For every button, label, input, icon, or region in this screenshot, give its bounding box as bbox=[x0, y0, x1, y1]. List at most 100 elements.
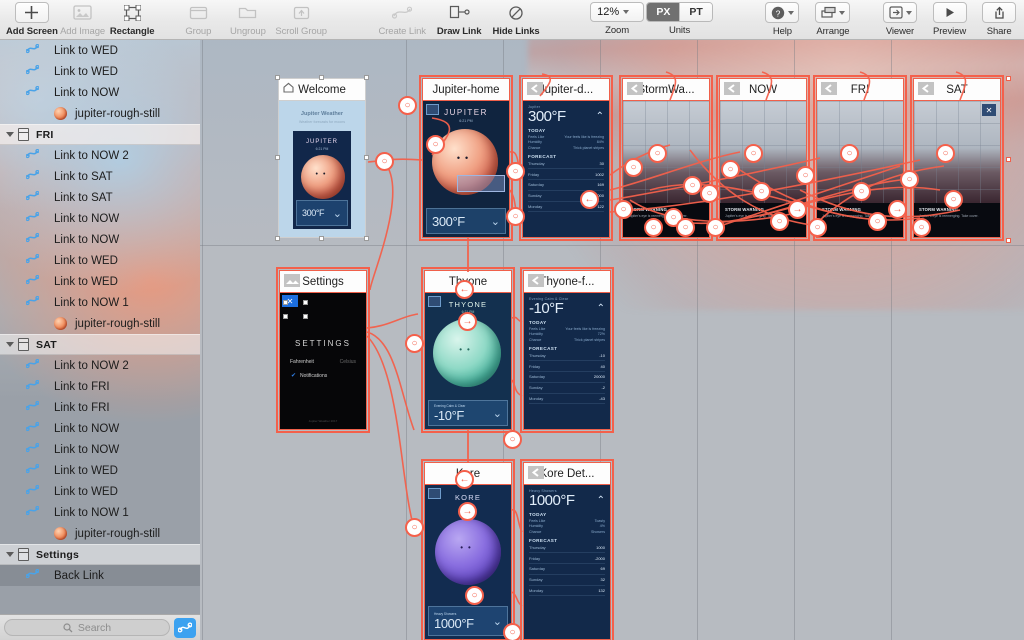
sidebar-item-link-to-wed[interactable]: Link to WED bbox=[0, 61, 200, 82]
link-node[interactable]: ○ bbox=[398, 96, 417, 115]
screen-jupiter-detail[interactable]: Jupiter-d... Jupiter 300°F ⌃ TODAY Feels… bbox=[519, 75, 613, 241]
sidebar-list[interactable]: Link to WED Link to WED Link to NOW jupiter… bbox=[0, 40, 200, 586]
sidebar-item-link-to-sat[interactable]: Link to SAT bbox=[0, 166, 200, 187]
link-node[interactable]: ○ bbox=[644, 218, 663, 237]
sidebar-item-link-to-wed[interactable]: Link to WED bbox=[0, 481, 200, 502]
sidebar-item-link-to-fri[interactable]: Link to FRI bbox=[0, 376, 200, 397]
link-node-forward[interactable]: → bbox=[788, 200, 807, 219]
screen-stormwarning-title-bar[interactable]: StormWa... bbox=[622, 78, 710, 100]
sidebar-item-jupiter-rough-still[interactable]: jupiter-rough-still bbox=[0, 523, 200, 544]
toolbar-add-screen[interactable]: Add Screen bbox=[6, 0, 58, 37]
canvas[interactable]: Welcome Jupiter Weather Weather forecast… bbox=[200, 40, 1024, 640]
back-icon[interactable] bbox=[627, 82, 643, 95]
sidebar-item-jupiter-rough-still[interactable]: jupiter-rough-still bbox=[0, 313, 200, 334]
sidebar-item-link-to-now[interactable]: Link to NOW bbox=[0, 229, 200, 250]
sidebar-item-back-link[interactable]: Back Link bbox=[0, 565, 200, 586]
screen-now-title-bar[interactable]: NOW bbox=[719, 78, 807, 100]
screen-sat-body[interactable]: ✕ STORM WARNING Jupiter's eye is reemerg… bbox=[913, 100, 1001, 238]
screen-settings-title-bar[interactable]: Settings bbox=[279, 270, 367, 292]
viewer-button[interactable] bbox=[882, 2, 917, 23]
sidebar-group-fri[interactable]: FRI bbox=[0, 124, 200, 145]
toolbar-add-image[interactable]: Add Image bbox=[58, 0, 108, 37]
sidebar-item-link-to-now[interactable]: Link to NOW bbox=[0, 208, 200, 229]
screen-welcome-title-bar[interactable]: Welcome bbox=[278, 78, 366, 100]
screen-jupiter-detail-title-bar[interactable]: Jupiter-d... bbox=[522, 78, 610, 100]
units-segmented-control[interactable]: PX PT bbox=[646, 2, 713, 22]
units-option-px[interactable]: PX bbox=[647, 3, 680, 21]
link-node[interactable]: ○ bbox=[503, 623, 522, 640]
link-node[interactable]: ○ bbox=[852, 182, 871, 201]
toolbar-draw-link[interactable]: Draw Link bbox=[431, 0, 488, 37]
screen-fri-body[interactable]: STORM WARNING Jupiter's eye is reemergin… bbox=[816, 100, 904, 238]
disclosure-triangle-icon[interactable] bbox=[6, 132, 14, 137]
toolbar-zoom[interactable]: 12% Zoom bbox=[589, 0, 646, 36]
toolbar-units[interactable]: PX PT Units bbox=[646, 0, 714, 36]
close-icon[interactable]: ✕ bbox=[982, 104, 996, 116]
link-node-back[interactable]: ← bbox=[580, 190, 599, 209]
link-node[interactable]: ○ bbox=[752, 182, 771, 201]
sidebar-item-link-to-now[interactable]: Link to NOW bbox=[0, 418, 200, 439]
toolbar-share[interactable]: Share bbox=[974, 0, 1024, 37]
screen-kore-detail-body[interactable]: Heavy Showers 1000°F ⌃ TODAY Feels Like T… bbox=[523, 484, 611, 640]
settings-row-units[interactable]: Fahrenheit Celsius bbox=[290, 359, 356, 365]
sidebar-item-link-to-wed[interactable]: Link to WED bbox=[0, 271, 200, 292]
sidebar-group-settings[interactable]: Settings bbox=[0, 544, 200, 565]
sidebar-item-link-to-wed[interactable]: Link to WED bbox=[0, 460, 200, 481]
link-node[interactable]: ○ bbox=[426, 135, 445, 154]
screen-welcome[interactable]: Welcome Jupiter Weather Weather forecast… bbox=[275, 75, 369, 241]
screen-kore[interactable]: Kore KORE 6:21 PM •• Heavy Showers 1000°… bbox=[421, 459, 515, 640]
toolbar-ungroup[interactable]: Ungroup bbox=[223, 0, 273, 37]
link-node[interactable]: ○ bbox=[744, 144, 763, 163]
search-input[interactable]: Search bbox=[4, 619, 170, 636]
chevron-up-icon[interactable]: ⌃ bbox=[597, 303, 605, 314]
screen-jupiter-home[interactable]: Jupiter-home JUPITER 6:21 PM •• 300°F ⌄ bbox=[419, 75, 513, 241]
screen-jupiter-home-body[interactable]: JUPITER 6:21 PM •• 300°F ⌄ bbox=[422, 100, 510, 238]
toolbar-group[interactable]: Group bbox=[174, 0, 224, 37]
chevron-up-icon[interactable]: ⌃ bbox=[596, 111, 604, 122]
link-node[interactable]: ○ bbox=[506, 162, 525, 181]
toolbar-arrange[interactable]: Arrange bbox=[807, 0, 858, 37]
toolbar-create-link[interactable]: Create Link bbox=[374, 0, 431, 37]
back-icon[interactable] bbox=[528, 274, 544, 287]
screen-jupiter-detail-body[interactable]: Jupiter 300°F ⌃ TODAY Feels Like Your fee… bbox=[522, 100, 610, 238]
screen-thyone-detail-title-bar[interactable]: Thyone-f... bbox=[523, 270, 611, 292]
link-node[interactable]: ○ bbox=[624, 158, 643, 177]
sidebar-item-link-to-now-1[interactable]: Link to NOW 1 bbox=[0, 292, 200, 313]
link-node[interactable]: ○ bbox=[465, 586, 484, 605]
link-node[interactable]: ○ bbox=[405, 518, 424, 537]
help-button[interactable]: ? bbox=[765, 2, 800, 23]
link-node[interactable]: ○ bbox=[944, 190, 963, 209]
link-node-forward[interactable]: → bbox=[888, 200, 907, 219]
chevron-down-icon[interactable]: ⌄ bbox=[493, 407, 502, 420]
sidebar-item-jupiter-rough-still[interactable]: jupiter-rough-still bbox=[0, 103, 200, 124]
screen-jupiter-home-title-bar[interactable]: Jupiter-home bbox=[422, 78, 510, 100]
add-link-button[interactable] bbox=[174, 617, 196, 638]
screen-settings-body[interactable]: ✕ SETTINGS Fahrenheit Celsius Notificati… bbox=[279, 292, 367, 430]
sidebar-item-link-to-now-2[interactable]: Link to NOW 2 bbox=[0, 145, 200, 166]
units-option-pt[interactable]: PT bbox=[679, 3, 712, 21]
sidebar-item-link-to-now-2[interactable]: Link to NOW 2 bbox=[0, 355, 200, 376]
sidebar-item-link-to-sat[interactable]: Link to SAT bbox=[0, 187, 200, 208]
link-node[interactable]: ○ bbox=[700, 184, 719, 203]
screen-settings[interactable]: Settings ✕ SETTINGS Fahrenheit Celsius N… bbox=[276, 267, 370, 433]
link-node[interactable]: ○ bbox=[506, 207, 525, 226]
link-node[interactable]: ○ bbox=[936, 144, 955, 163]
disclosure-triangle-icon[interactable] bbox=[6, 342, 14, 347]
screen-sat-title-bar[interactable]: SAT bbox=[913, 78, 1001, 100]
settings-row-notifications[interactable]: Notifications bbox=[290, 373, 356, 379]
link-node[interactable]: ○ bbox=[868, 212, 887, 231]
link-node[interactable]: ○ bbox=[900, 170, 919, 189]
chevron-down-icon[interactable]: ⌄ bbox=[493, 615, 502, 628]
screen-thyone-detail-body[interactable]: Evening Calm & Clear -10°F ⌃ TODAY Feels… bbox=[523, 292, 611, 430]
disclosure-triangle-icon[interactable] bbox=[6, 552, 14, 557]
back-icon[interactable] bbox=[724, 82, 740, 95]
chevron-up-icon[interactable]: ⌃ bbox=[597, 495, 605, 506]
link-node[interactable]: ○ bbox=[503, 430, 522, 449]
back-icon[interactable] bbox=[821, 82, 837, 95]
toolbar-viewer[interactable]: Viewer bbox=[875, 0, 925, 37]
link-node-back[interactable]: ← bbox=[455, 470, 474, 489]
sidebar-item-link-to-now-1[interactable]: Link to NOW 1 bbox=[0, 502, 200, 523]
link-node[interactable]: ○ bbox=[676, 218, 695, 237]
toolbar-scroll-group[interactable]: Scroll Group bbox=[273, 0, 330, 37]
link-node-back[interactable]: ← bbox=[455, 280, 474, 299]
